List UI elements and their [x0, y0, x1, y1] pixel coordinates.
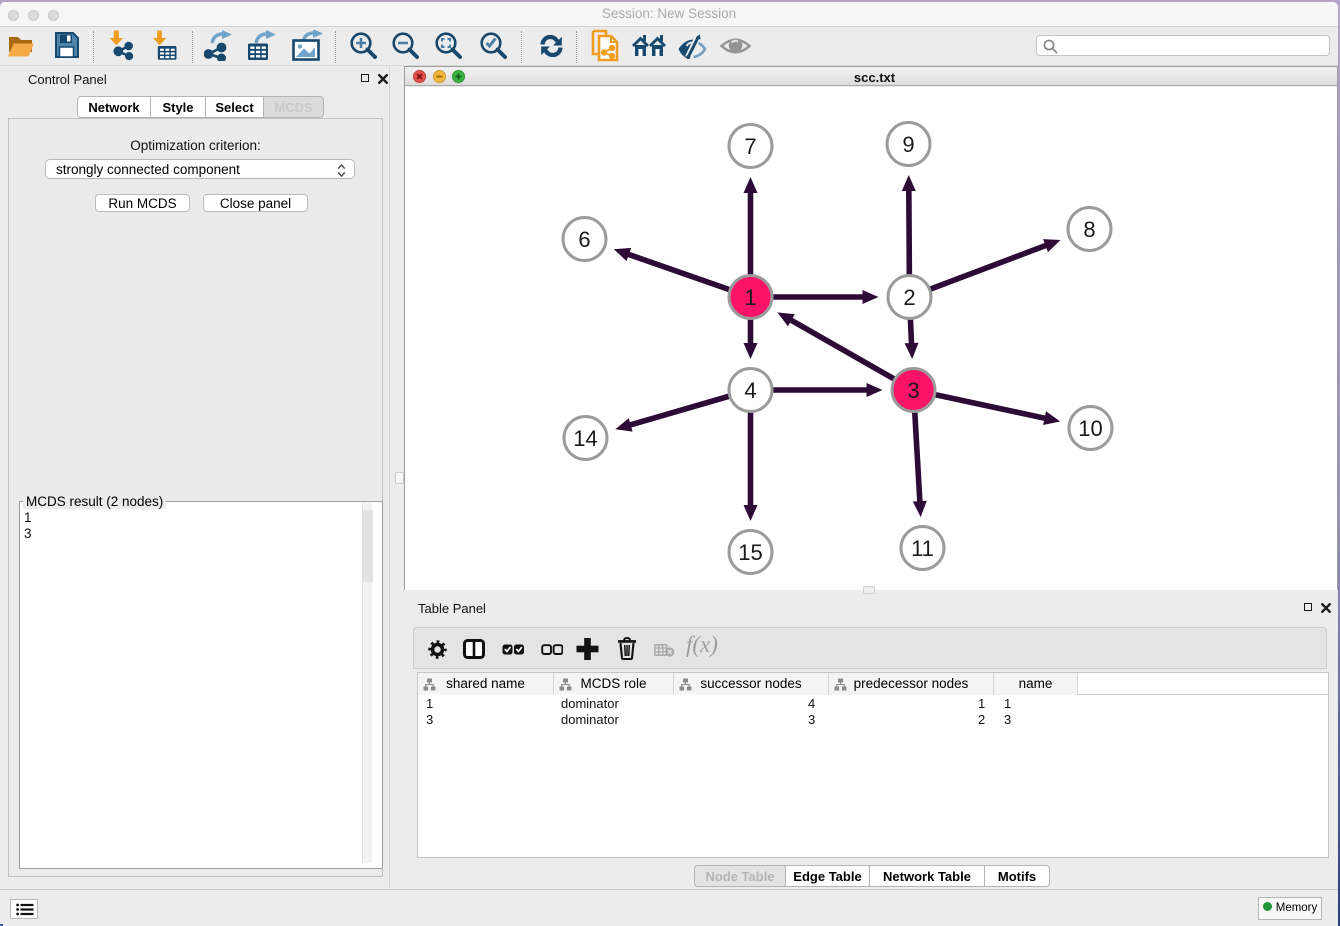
svg-text:9: 9 [902, 132, 914, 157]
svg-text:10: 10 [1078, 416, 1102, 441]
svg-text:7: 7 [744, 134, 756, 159]
svg-text:3: 3 [907, 378, 919, 403]
svg-text:11: 11 [911, 536, 934, 561]
svg-text:1: 1 [744, 285, 756, 310]
svg-text:15: 15 [738, 540, 762, 565]
svg-text:2: 2 [903, 285, 915, 310]
svg-text:14: 14 [573, 426, 597, 451]
svg-text:6: 6 [578, 227, 590, 252]
svg-text:4: 4 [744, 378, 756, 403]
svg-text:8: 8 [1083, 217, 1095, 242]
